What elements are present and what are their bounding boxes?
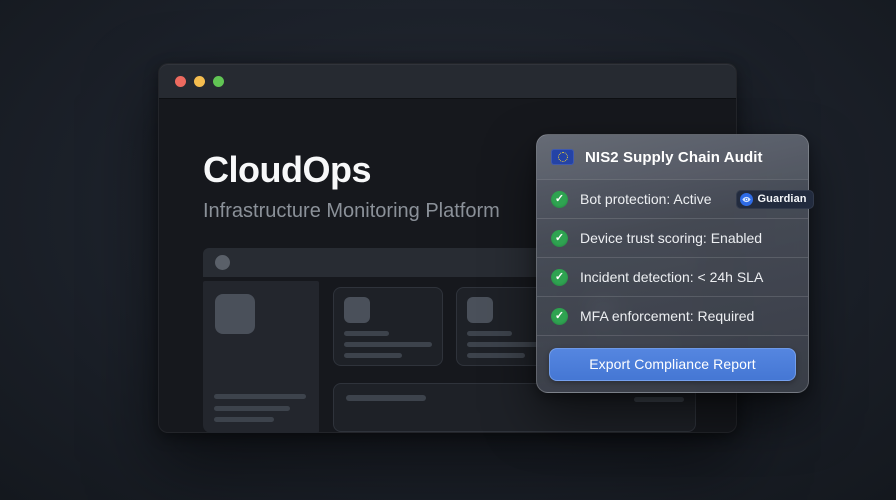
check-circle-icon: ✓ xyxy=(551,268,568,286)
audit-item-label: MFA enforcement: Required xyxy=(580,308,755,324)
audit-item-device-trust: ✓ Device trust scoring: Enabled xyxy=(537,219,808,257)
avatar-placeholder xyxy=(215,255,230,270)
skeleton-line xyxy=(214,417,274,422)
eu-flag-icon xyxy=(551,149,574,165)
card-icon-placeholder xyxy=(467,297,493,323)
card-icon-placeholder xyxy=(344,297,370,323)
audit-item-label: Bot protection: Active xyxy=(580,191,712,207)
zoom-window-button[interactable] xyxy=(213,75,224,87)
guardian-badge-label: Guardian xyxy=(757,193,807,205)
desktop-background: CloudOps Infrastructure Monitoring Platf… xyxy=(0,0,896,500)
skeleton-line xyxy=(344,331,389,336)
sidebar-icon-placeholder xyxy=(215,294,255,334)
skeleton-line xyxy=(214,406,290,411)
audit-item-mfa-enforcement: ✓ MFA enforcement: Required xyxy=(537,297,808,335)
skeleton-line xyxy=(214,394,306,399)
close-window-button[interactable] xyxy=(175,75,186,87)
check-circle-icon: ✓ xyxy=(551,307,568,325)
minimize-window-button[interactable] xyxy=(194,75,205,87)
skeleton-line xyxy=(344,353,402,358)
page-subtitle: Infrastructure Monitoring Platform xyxy=(203,200,500,222)
skeleton-line xyxy=(467,331,512,336)
skeleton-line xyxy=(344,342,432,347)
skeleton-line xyxy=(467,353,525,358)
dashboard-card-skeleton xyxy=(333,287,443,366)
page-title: CloudOps xyxy=(203,149,371,190)
audit-card-footer: Export Compliance Report xyxy=(537,336,808,392)
guardian-badge: Guardian xyxy=(735,189,814,209)
dashboard-sidebar-skeleton xyxy=(203,281,319,433)
hero-section: CloudOps Infrastructure Monitoring Platf… xyxy=(203,152,500,223)
skeleton-line xyxy=(346,395,426,401)
check-circle-icon: ✓ xyxy=(551,190,568,208)
audit-card-header: NIS2 Supply Chain Audit xyxy=(537,135,808,179)
audit-item-label: Incident detection: < 24h SLA xyxy=(580,269,764,285)
export-compliance-report-button[interactable]: Export Compliance Report xyxy=(549,347,796,381)
audit-item-incident-detection: ✓ Incident detection: < 24h SLA xyxy=(537,258,808,296)
audit-card-title: NIS2 Supply Chain Audit xyxy=(585,148,763,166)
skeleton-line xyxy=(634,397,684,402)
check-circle-icon: ✓ xyxy=(551,229,568,247)
window-titlebar xyxy=(159,64,736,99)
audit-item-label: Device trust scoring: Enabled xyxy=(580,230,763,246)
nis2-audit-card: NIS2 Supply Chain Audit ✓ Bot protection… xyxy=(536,134,814,393)
eye-icon xyxy=(739,192,753,206)
audit-item-bot-protection: ✓ Bot protection: Active Guardian xyxy=(537,180,814,218)
